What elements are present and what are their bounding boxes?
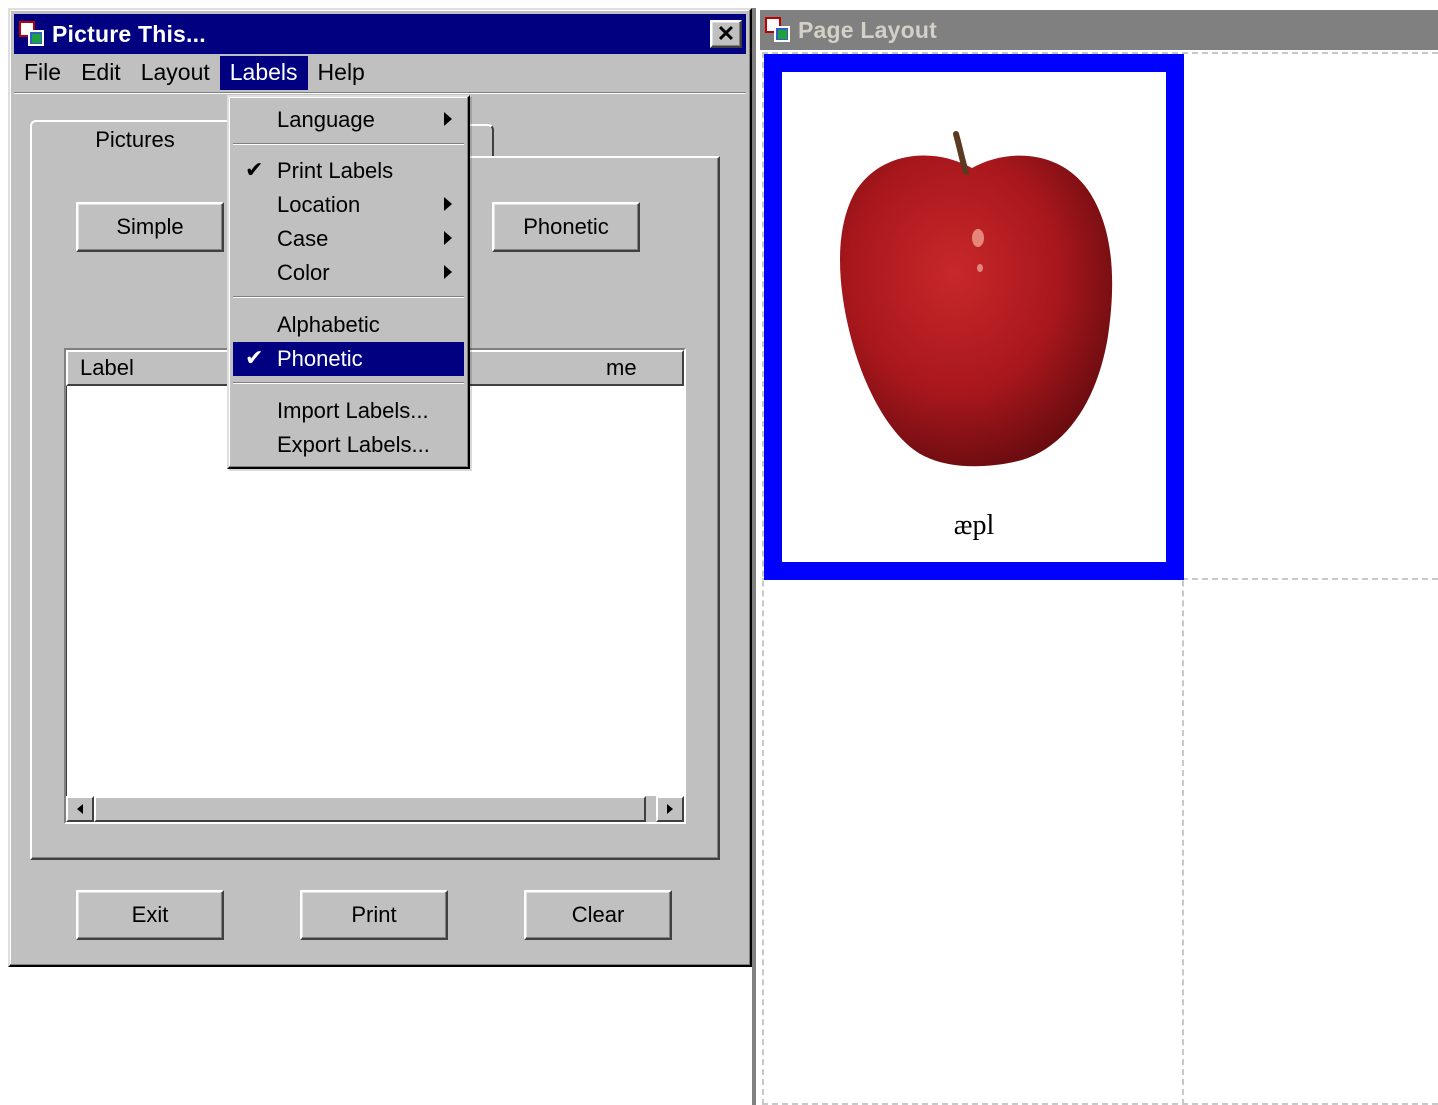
page-canvas[interactable]: æpl (762, 52, 1438, 1105)
menu-item-label: Location (277, 192, 361, 217)
menu-separator (233, 382, 464, 384)
menu-item-label: Export Labels... (277, 432, 430, 457)
submenu-arrow-icon (444, 231, 452, 245)
arrow-left-icon (77, 804, 83, 814)
submenu-arrow-icon (444, 112, 452, 126)
menubar-divider (14, 92, 746, 94)
menu-item-export-labels[interactable]: Export Labels... (233, 428, 464, 462)
menu-item-label: Phonetic (277, 346, 363, 371)
menubar: File Edit Layout Labels Help (14, 56, 746, 90)
menu-item-label: Import Labels... (277, 398, 429, 423)
tab-pictures-label: Pictures (95, 127, 175, 152)
app-icon (18, 20, 46, 48)
menu-item-label: Case (277, 226, 329, 251)
menu-file[interactable]: File (14, 56, 71, 90)
arrow-right-icon (667, 804, 673, 814)
main-titlebar[interactable]: Picture This... ✕ (14, 14, 746, 54)
scroll-track[interactable] (94, 796, 656, 822)
check-icon: ✔ (245, 157, 264, 182)
phonetic-button[interactable]: Phonetic (492, 202, 640, 252)
menu-item-label: Language (277, 107, 375, 132)
page-layout-title: Page Layout (798, 16, 937, 43)
simple-button[interactable]: Simple (76, 202, 224, 252)
horizontal-scrollbar[interactable] (66, 796, 684, 822)
labels-menu: Language ✔ Print Labels Location Case Col… (227, 95, 470, 469)
scroll-right-button[interactable] (656, 796, 684, 822)
menu-edit[interactable]: Edit (71, 56, 131, 90)
print-button[interactable]: Print (300, 890, 448, 940)
scroll-left-button[interactable] (66, 796, 94, 822)
menu-item-language[interactable]: Language (233, 103, 464, 137)
menu-item-alphabetic[interactable]: Alphabetic (233, 308, 464, 342)
exit-button[interactable]: Exit (76, 890, 224, 940)
menu-item-label: Print Labels (277, 158, 394, 183)
clear-button[interactable]: Clear (524, 890, 672, 940)
tab-pictures[interactable]: Pictures (30, 120, 240, 158)
menu-separator (233, 143, 464, 145)
menu-item-case[interactable]: Case (233, 222, 464, 256)
menu-item-print-labels[interactable]: ✔ Print Labels (233, 154, 464, 188)
apple-image (840, 131, 1113, 467)
menu-item-label: Color (277, 260, 330, 285)
card-label: æpl (953, 510, 995, 541)
picture-card[interactable]: æpl (764, 54, 1184, 580)
menu-help[interactable]: Help (308, 56, 375, 90)
submenu-arrow-icon (444, 197, 452, 211)
page-layout-titlebar[interactable]: Page Layout (760, 10, 1438, 50)
menu-separator (233, 296, 464, 298)
scroll-thumb[interactable] (94, 796, 646, 822)
window-title: Picture This... (52, 20, 206, 47)
menu-item-color[interactable]: Color (233, 256, 464, 290)
submenu-arrow-icon (444, 265, 452, 279)
menu-item-import-labels[interactable]: Import Labels... (233, 394, 464, 428)
main-window: Picture This... ✕ File Edit Layout Label… (8, 8, 752, 967)
menu-item-label: Alphabetic (277, 312, 380, 337)
menu-labels[interactable]: Labels (219, 56, 308, 90)
app-icon (764, 16, 792, 44)
close-icon: ✕ (716, 21, 736, 46)
menu-layout[interactable]: Layout (131, 56, 220, 90)
menu-item-phonetic[interactable]: ✔ Phonetic (233, 342, 464, 376)
menu-item-location[interactable]: Location (233, 188, 464, 222)
page-layout-window: Page Layout æpl (752, 8, 1438, 1105)
check-icon: ✔ (245, 345, 264, 370)
close-button[interactable]: ✕ (710, 20, 742, 48)
